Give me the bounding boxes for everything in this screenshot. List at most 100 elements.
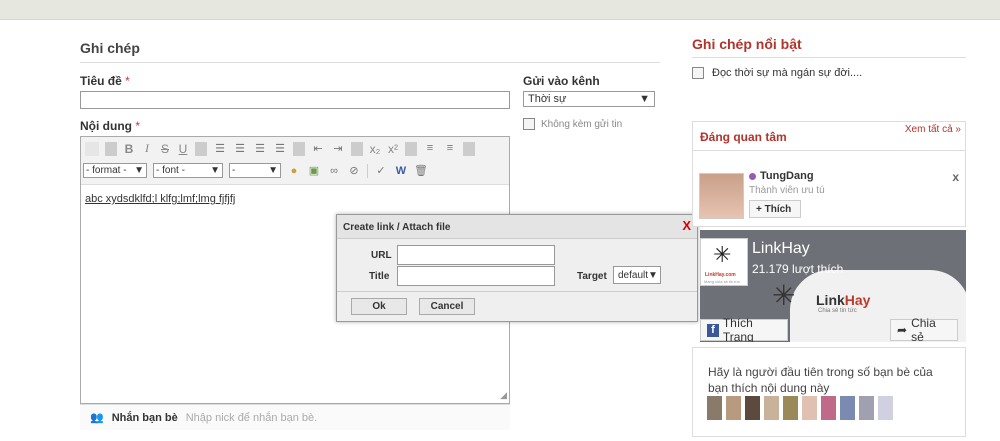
title-label-text: Tiêu đề bbox=[80, 74, 122, 88]
font-select[interactable]: - font - ▼ bbox=[153, 163, 223, 178]
like-button[interactable]: + Thích bbox=[749, 200, 801, 218]
friends-like-text: Hãy là người đầu tiên trong số bạn bè củ… bbox=[708, 365, 933, 395]
logo-text: LinkHay.com bbox=[705, 272, 736, 278]
ok-button[interactable]: Ok bbox=[351, 298, 407, 315]
outdent-icon[interactable]: ⇤ bbox=[311, 142, 325, 156]
subscript-button[interactable]: x₂ bbox=[369, 142, 381, 156]
no-notify-label: Không kèm gửi tin bbox=[541, 118, 623, 130]
interest-box: Đáng quan tâm Xem tất cả » TungDang Thàn… bbox=[692, 121, 966, 227]
friend-avatar[interactable] bbox=[840, 396, 855, 420]
title-field-input[interactable] bbox=[397, 266, 555, 286]
size-select[interactable]: - ▼ bbox=[229, 163, 281, 178]
toolbar-row-1: B I S U ☰ ☰ ☰ ☰ ⇤ ⇥ x₂ x² ≡ ≡ bbox=[85, 141, 475, 156]
page-logo[interactable]: ✳ LinkHay.com Mạng chia sẻ tin tức bbox=[700, 238, 748, 286]
strike-button[interactable]: S bbox=[159, 142, 171, 156]
linkhay-shirt-icon: ✳ bbox=[772, 280, 796, 311]
title-input[interactable] bbox=[80, 91, 510, 109]
page-title: Ghi chép bbox=[80, 40, 140, 56]
toolbar-divider bbox=[105, 141, 117, 156]
tag-friends-bar: 👥 Nhắn bạn bè Nhập nick để nhắn bạn bè. bbox=[80, 404, 510, 430]
friend-avatar[interactable] bbox=[745, 396, 760, 420]
url-label: URL bbox=[371, 250, 392, 261]
align-justify-icon[interactable]: ☰ bbox=[273, 142, 287, 156]
fb-share-label: Chia sẻ bbox=[911, 316, 936, 342]
friends-avatars bbox=[707, 396, 895, 420]
shirt-brand-b: Hay bbox=[844, 292, 871, 308]
align-center-icon[interactable]: ☰ bbox=[233, 142, 247, 156]
trash-icon[interactable]: 🗑 bbox=[414, 164, 428, 178]
font-select-value: - font - bbox=[156, 165, 185, 176]
toolbar-divider bbox=[405, 141, 417, 156]
blank-tool-icon[interactable] bbox=[85, 141, 99, 156]
shirt-brand-a: Link bbox=[816, 292, 845, 308]
close-icon[interactable]: X bbox=[682, 218, 691, 233]
share-arrow-icon: ➦ bbox=[897, 323, 908, 337]
cancel-button[interactable]: Cancel bbox=[419, 298, 475, 315]
italic-button[interactable]: I bbox=[141, 141, 153, 156]
underline-button[interactable]: U bbox=[177, 142, 189, 156]
friend-avatar[interactable] bbox=[821, 396, 836, 420]
superscript-button[interactable]: x² bbox=[387, 142, 399, 156]
friend-avatar[interactable] bbox=[802, 396, 817, 420]
content-label: Nội dung * bbox=[80, 119, 140, 133]
featured-item-text[interactable]: Đọc thời sự mà ngán sự đời.... bbox=[712, 67, 862, 79]
target-select-value: default bbox=[618, 269, 649, 281]
featured-item[interactable]: Đọc thời sự mà ngán sự đời.... bbox=[692, 67, 862, 79]
channel-label: Gửi vào kênh bbox=[523, 74, 600, 88]
friend-avatar[interactable] bbox=[707, 396, 722, 420]
top-bar bbox=[0, 0, 1000, 20]
url-input[interactable] bbox=[397, 245, 555, 265]
friend-avatar[interactable] bbox=[859, 396, 874, 420]
see-all-link[interactable]: Xem tất cả » bbox=[905, 124, 961, 135]
friend-avatar[interactable] bbox=[878, 396, 893, 420]
align-left-icon[interactable]: ☰ bbox=[213, 142, 227, 156]
channel-select[interactable]: Thời sự ▼ bbox=[523, 91, 655, 107]
title-field-label: Title bbox=[369, 271, 390, 282]
logo-subtext: Mạng chia sẻ tin tức bbox=[704, 279, 741, 284]
size-select-value: - bbox=[232, 165, 236, 176]
ordered-list-icon[interactable]: ≡ bbox=[423, 142, 437, 156]
format-select[interactable]: - format - ▼ bbox=[83, 163, 147, 178]
user-name[interactable]: TungDang bbox=[760, 170, 814, 182]
dropdown-arrow-icon: ▼ bbox=[648, 269, 658, 281]
bold-button[interactable]: B bbox=[123, 142, 135, 156]
user-name-row: TungDang bbox=[749, 170, 814, 182]
dialog-divider bbox=[337, 291, 697, 292]
friend-avatar[interactable] bbox=[726, 396, 741, 420]
linkhay-logo-icon: ✳ bbox=[713, 242, 732, 267]
toolbar-divider bbox=[351, 141, 363, 156]
shirt-brand-sub: Chia sẻ tin tức bbox=[818, 308, 857, 314]
unlink-icon[interactable]: ⊘ bbox=[347, 164, 361, 178]
dropdown-arrow-icon: ▼ bbox=[210, 165, 220, 176]
fb-share-button[interactable]: ➦ Chia sẻ bbox=[890, 316, 958, 342]
no-notify-option[interactable]: Không kèm gửi tin bbox=[523, 118, 622, 130]
indent-icon[interactable]: ⇥ bbox=[331, 142, 345, 156]
fb-like-page-label: Thích Trang bbox=[722, 316, 754, 342]
align-right-icon[interactable]: ☰ bbox=[253, 142, 267, 156]
dialog-title: Create link / Attach file bbox=[337, 215, 697, 239]
word-paste-icon[interactable]: W bbox=[394, 164, 408, 178]
spellcheck-icon[interactable]: ✓ bbox=[374, 164, 388, 178]
unordered-list-icon[interactable]: ≡ bbox=[443, 142, 457, 156]
featured-item-checkbox[interactable] bbox=[692, 67, 704, 79]
friend-avatar[interactable] bbox=[783, 396, 798, 420]
toolbar-divider bbox=[367, 163, 368, 178]
toolbar-divider bbox=[463, 141, 475, 156]
content-label-text: Nội dung bbox=[80, 119, 132, 133]
tag-friends-input[interactable]: Nhập nick để nhắn bạn bè. bbox=[186, 412, 318, 424]
resize-handle-icon[interactable]: ◢ bbox=[500, 390, 507, 401]
dismiss-icon[interactable]: x bbox=[952, 170, 959, 184]
no-notify-checkbox[interactable] bbox=[523, 118, 535, 130]
divider bbox=[693, 150, 965, 151]
color-palette-icon[interactable]: ● bbox=[287, 164, 301, 178]
friend-avatar[interactable] bbox=[764, 396, 779, 420]
avatar[interactable] bbox=[699, 173, 744, 219]
fb-page-name[interactable]: LinkHay bbox=[752, 240, 810, 258]
target-select[interactable]: default ▼ bbox=[613, 266, 661, 284]
link-dialog: Create link / Attach file X URL Title Ta… bbox=[336, 214, 698, 322]
link-icon[interactable]: ∞ bbox=[327, 164, 341, 178]
image-icon[interactable]: ▣ bbox=[307, 164, 321, 178]
editor-content[interactable]: abc xydsdklfd;l klfg;lmf;lmg fjfjfj bbox=[85, 193, 235, 205]
fb-like-page-button[interactable]: f Thích Trang bbox=[700, 316, 788, 342]
channel-select-value: Thời sự bbox=[528, 93, 567, 105]
